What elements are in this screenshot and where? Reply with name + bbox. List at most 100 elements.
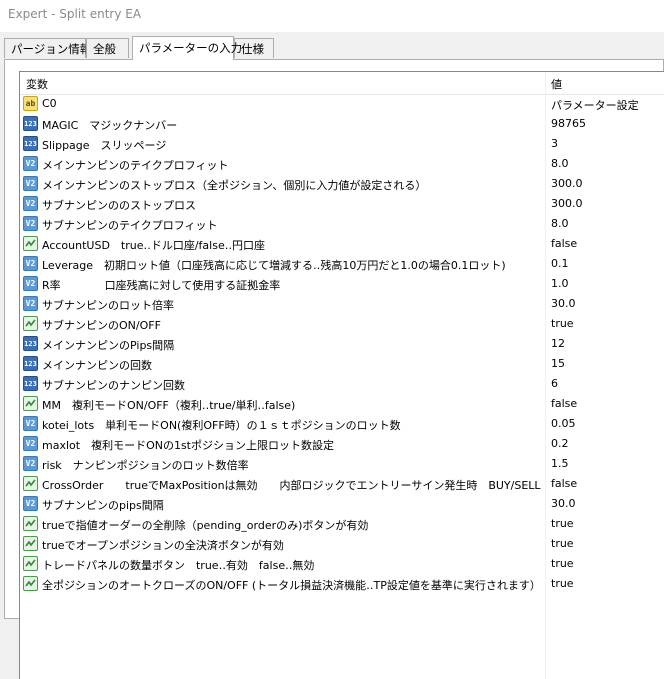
parameter-name: サブナンピンのpips間隔 <box>42 499 164 512</box>
parameter-value[interactable]: 15 <box>551 357 565 370</box>
parameter-row[interactable]: CrossOrder trueでMaxPositionは無効 内部ロジックでエン… <box>20 474 664 494</box>
parameter-value[interactable]: 300.0 <box>551 177 583 190</box>
double-type-icon: V2 <box>23 176 38 191</box>
parameter-value[interactable]: 3 <box>551 137 558 150</box>
window-title: Expert - Split entry EA <box>8 7 142 21</box>
parameter-name: メインナンピンのストップロス（全ポジション、個別に入力値が設定される） <box>42 179 427 192</box>
parameter-name: MM 複利モードON/OFF（複利‥true/単利‥false) <box>42 399 296 412</box>
parameter-value[interactable]: true <box>551 517 574 530</box>
parameter-row[interactable]: MM 複利モードON/OFF（複利‥true/単利‥false) false <box>20 394 664 414</box>
parameter-value[interactable]: パラメーター設定 <box>551 97 639 113</box>
double-type-icon: V2 <box>23 156 38 171</box>
parameter-value[interactable]: 300.0 <box>551 197 583 210</box>
parameter-row[interactable]: V2 メインナンピンのストップロス（全ポジション、個別に入力値が設定される） 300… <box>20 174 664 194</box>
parameter-value[interactable]: true <box>551 577 574 590</box>
parameter-value[interactable]: 0.05 <box>551 417 576 430</box>
integer-type-icon: 123 <box>23 376 38 391</box>
double-type-icon: V2 <box>23 436 38 451</box>
parameter-name: メインナンピンのPips間隔 <box>42 339 175 352</box>
parameter-name: CrossOrder trueでMaxPositionは無効 内部ロジックでエン… <box>42 479 541 492</box>
parameter-row[interactable]: V2 Leverage 初期ロット値（口座残高に応じて増減する‥残高10万円だと1… <box>20 254 664 274</box>
parameter-row[interactable]: サブナンピンのON/OFF true <box>20 314 664 334</box>
title-bar: Expert - Split entry EA <box>0 0 664 32</box>
parameter-row[interactable]: トレードパネルの数量ボタン true‥有効 false‥無効 true <box>20 554 664 574</box>
parameter-row[interactable]: trueでオープンポジションの全決済ボタンが有効 true <box>20 534 664 554</box>
parameter-name: サブナンピンのロット倍率 <box>42 299 174 312</box>
parameter-value[interactable]: false <box>551 237 577 250</box>
parameter-row[interactable]: V2 maxlot 複利モードONの1stポジション上限ロット数設定 0.2 <box>20 434 664 454</box>
parameter-name: AccountUSD true‥ドル口座/false‥円口座 <box>42 239 266 252</box>
integer-type-icon: 123 <box>23 116 38 131</box>
parameter-row[interactable]: 123 メインナンピンのPips間隔 12 <box>20 334 664 354</box>
parameter-name: R率 口座残高に対して使用する証拠金率 <box>42 279 281 292</box>
parameter-row[interactable]: V2 サブナンピンのテイクプロフィット 8.0 <box>20 214 664 234</box>
parameter-value[interactable]: 8.0 <box>551 157 569 170</box>
boolean-type-icon <box>23 516 38 531</box>
boolean-type-icon <box>23 556 38 571</box>
parameter-name: maxlot 複利モードONの1stポジション上限ロット数設定 <box>42 439 334 452</box>
parameter-name: サブナンピンのナンピン回数 <box>42 379 185 392</box>
boolean-type-icon <box>23 316 38 331</box>
parameter-value[interactable]: 30.0 <box>551 297 576 310</box>
parameter-name: trueで指値オーダーの全削除（pending_orderのみ)ボタンが有効 <box>42 519 369 532</box>
column-header-variable[interactable]: 変数 <box>26 76 48 92</box>
parameter-value[interactable]: 1.5 <box>551 457 569 470</box>
parameter-row[interactable]: trueで指値オーダーの全削除（pending_orderのみ)ボタンが有効 tr… <box>20 514 664 534</box>
parameter-name: 全ポジションのオートクローズのON/OFF (トータル損益決済機能‥TP設定値を… <box>42 579 541 592</box>
parameter-value[interactable]: 12 <box>551 337 565 350</box>
parameter-value[interactable]: 8.0 <box>551 217 569 230</box>
parameter-row[interactable]: V2 kotei_lots 単利モードON(複利OFF時）の１ｓｔポジションのロッ… <box>20 414 664 434</box>
parameter-name: メインナンピンのテイクプロフィット <box>42 159 229 172</box>
parameter-name: サブナンピンのテイクプロフィット <box>42 219 218 232</box>
parameter-row[interactable]: V2 サブナンピンのロット倍率 30.0 <box>20 294 664 314</box>
parameter-value[interactable]: 6 <box>551 377 558 390</box>
parameter-value[interactable]: 0.2 <box>551 437 569 450</box>
parameter-name: サブナンピンののストップロス <box>42 199 196 212</box>
parameter-value[interactable]: true <box>551 557 574 570</box>
parameter-row[interactable]: 123 MAGIC マジックナンバー 98765 <box>20 114 664 134</box>
parameter-name: MAGIC マジックナンバー <box>42 119 178 132</box>
parameter-name: trueでオープンポジションの全決済ボタンが有効 <box>42 539 284 552</box>
double-type-icon: V2 <box>23 296 38 311</box>
boolean-type-icon <box>23 536 38 551</box>
string-type-icon: ab <box>23 96 38 111</box>
double-type-icon: V2 <box>23 216 38 231</box>
parameter-row[interactable]: V2 R率 口座残高に対して使用する証拠金率 1.0 <box>20 274 664 294</box>
parameter-value[interactable]: false <box>551 397 577 410</box>
parameter-row[interactable]: V2 メインナンピンのテイクプロフィット 8.0 <box>20 154 664 174</box>
double-type-icon: V2 <box>23 196 38 211</box>
parameter-row[interactable]: V2 risk ナンピンポジションのロット数倍率 1.5 <box>20 454 664 474</box>
double-type-icon: V2 <box>23 496 38 511</box>
double-type-icon: V2 <box>23 456 38 471</box>
parameters-panel: 変数 値 ab C0 パラメーター設定 123 MAGIC マジックナンバー 98765 1… <box>4 59 664 679</box>
boolean-type-icon <box>23 476 38 491</box>
tab-parameters[interactable]: パラメーターの入力 <box>132 36 242 60</box>
parameter-row[interactable]: ab C0 パラメーター設定 <box>20 94 664 114</box>
parameter-value[interactable]: 1.0 <box>551 277 569 290</box>
parameter-row[interactable]: V2 サブナンピンののストップロス 300.0 <box>20 194 664 214</box>
parameter-value[interactable]: true <box>551 537 574 550</box>
integer-type-icon: 123 <box>23 136 38 151</box>
parameter-row[interactable]: 全ポジションのオートクローズのON/OFF (トータル損益決済機能‥TP設定値を… <box>20 574 664 594</box>
parameter-name: Leverage 初期ロット値（口座残高に応じて増減する‥残高10万円だと1.0… <box>42 259 506 272</box>
parameter-value[interactable]: true <box>551 317 574 330</box>
parameter-value[interactable]: 30.0 <box>551 497 576 510</box>
double-type-icon: V2 <box>23 276 38 291</box>
column-header-value[interactable]: 値 <box>551 76 562 92</box>
parameter-row[interactable]: 123 サブナンピンのナンピン回数 6 <box>20 374 664 394</box>
parameter-name: トレードパネルの数量ボタン true‥有効 false‥無効 <box>42 559 315 572</box>
parameter-value[interactable]: false <box>551 477 577 490</box>
integer-type-icon: 123 <box>23 356 38 371</box>
boolean-type-icon <box>23 396 38 411</box>
parameter-name: kotei_lots 単利モードON(複利OFF時）の１ｓｔポジションのロット数 <box>42 419 401 432</box>
parameter-value[interactable]: 0.1 <box>551 257 569 270</box>
boolean-type-icon <box>23 236 38 251</box>
tab-version-info[interactable]: パージョン情報 <box>4 38 91 58</box>
parameter-row[interactable]: 123 Slippage スリッページ 3 <box>20 134 664 154</box>
parameter-row[interactable]: AccountUSD true‥ドル口座/false‥円口座 false <box>20 234 664 254</box>
parameter-row[interactable]: 123 メインナンピンの回数 15 <box>20 354 664 374</box>
parameter-row[interactable]: V2 サブナンピンのpips間隔 30.0 <box>20 494 664 514</box>
parameter-value[interactable]: 98765 <box>551 117 586 130</box>
double-type-icon: V2 <box>23 256 38 271</box>
tab-general[interactable]: 全般 <box>86 38 129 58</box>
